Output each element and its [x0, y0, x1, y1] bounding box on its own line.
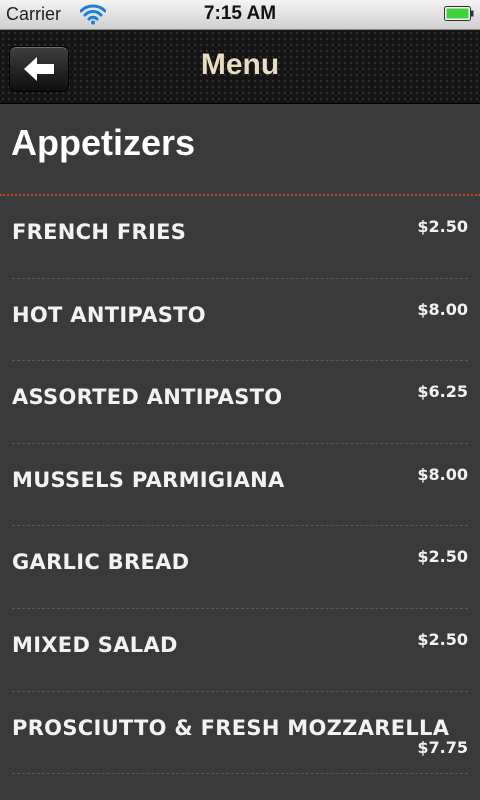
section-title: Appetizers	[0, 104, 480, 196]
item-name: PROSCIUTTO & FRESH MOZZARELLA	[12, 715, 450, 740]
item-price: $2.50	[417, 629, 468, 649]
menu-content: Appetizers FRENCH FRIES $2.50 HOT ANTIPA…	[0, 104, 480, 775]
item-price: $6.25	[417, 382, 468, 402]
menu-item[interactable]: GARLIC BREAD $2.50	[12, 526, 468, 609]
item-price: $2.50	[417, 217, 468, 236]
menu-item[interactable]: PROSCIUTTO & FRESH MOZZARELLA $7.75	[12, 692, 468, 775]
menu-item[interactable]: MUSSELS PARMIGIANA $8.00	[12, 444, 468, 527]
menu-item[interactable]: HOT ANTIPASTO $8.00	[12, 279, 468, 362]
menu-list: FRENCH FRIES $2.50 HOT ANTIPASTO $8.00 A…	[0, 196, 480, 775]
item-price: $7.75	[417, 737, 468, 757]
app-screen: Carrier 7:15 AM Menu Appetizers FRENCH F…	[0, 0, 480, 800]
menu-item[interactable]: MIXED SALAD $2.50	[12, 609, 468, 692]
status-bar: Carrier 7:15 AM	[0, 0, 480, 30]
item-name: FRENCH FRIES	[12, 220, 187, 244]
item-price: $2.50	[417, 547, 468, 567]
item-name: MUSSELS PARMIGIANA	[12, 467, 285, 492]
battery-full-icon	[444, 6, 474, 21]
item-price: $8.00	[417, 299, 468, 319]
nav-title: Menu	[200, 48, 280, 81]
item-name: ASSORTED ANTIPASTO	[12, 385, 283, 410]
menu-item[interactable]: FRENCH FRIES $2.50	[12, 196, 468, 279]
item-price: $8.00	[417, 464, 468, 484]
item-name: GARLIC BREAD	[12, 550, 190, 575]
menu-item[interactable]: ASSORTED ANTIPASTO $6.25	[12, 361, 468, 444]
navigation-bar: Menu	[0, 30, 480, 104]
item-name: HOT ANTIPASTO	[12, 302, 206, 327]
item-name: MIXED SALAD	[12, 632, 178, 657]
status-time: 7:15 AM	[203, 3, 277, 24]
